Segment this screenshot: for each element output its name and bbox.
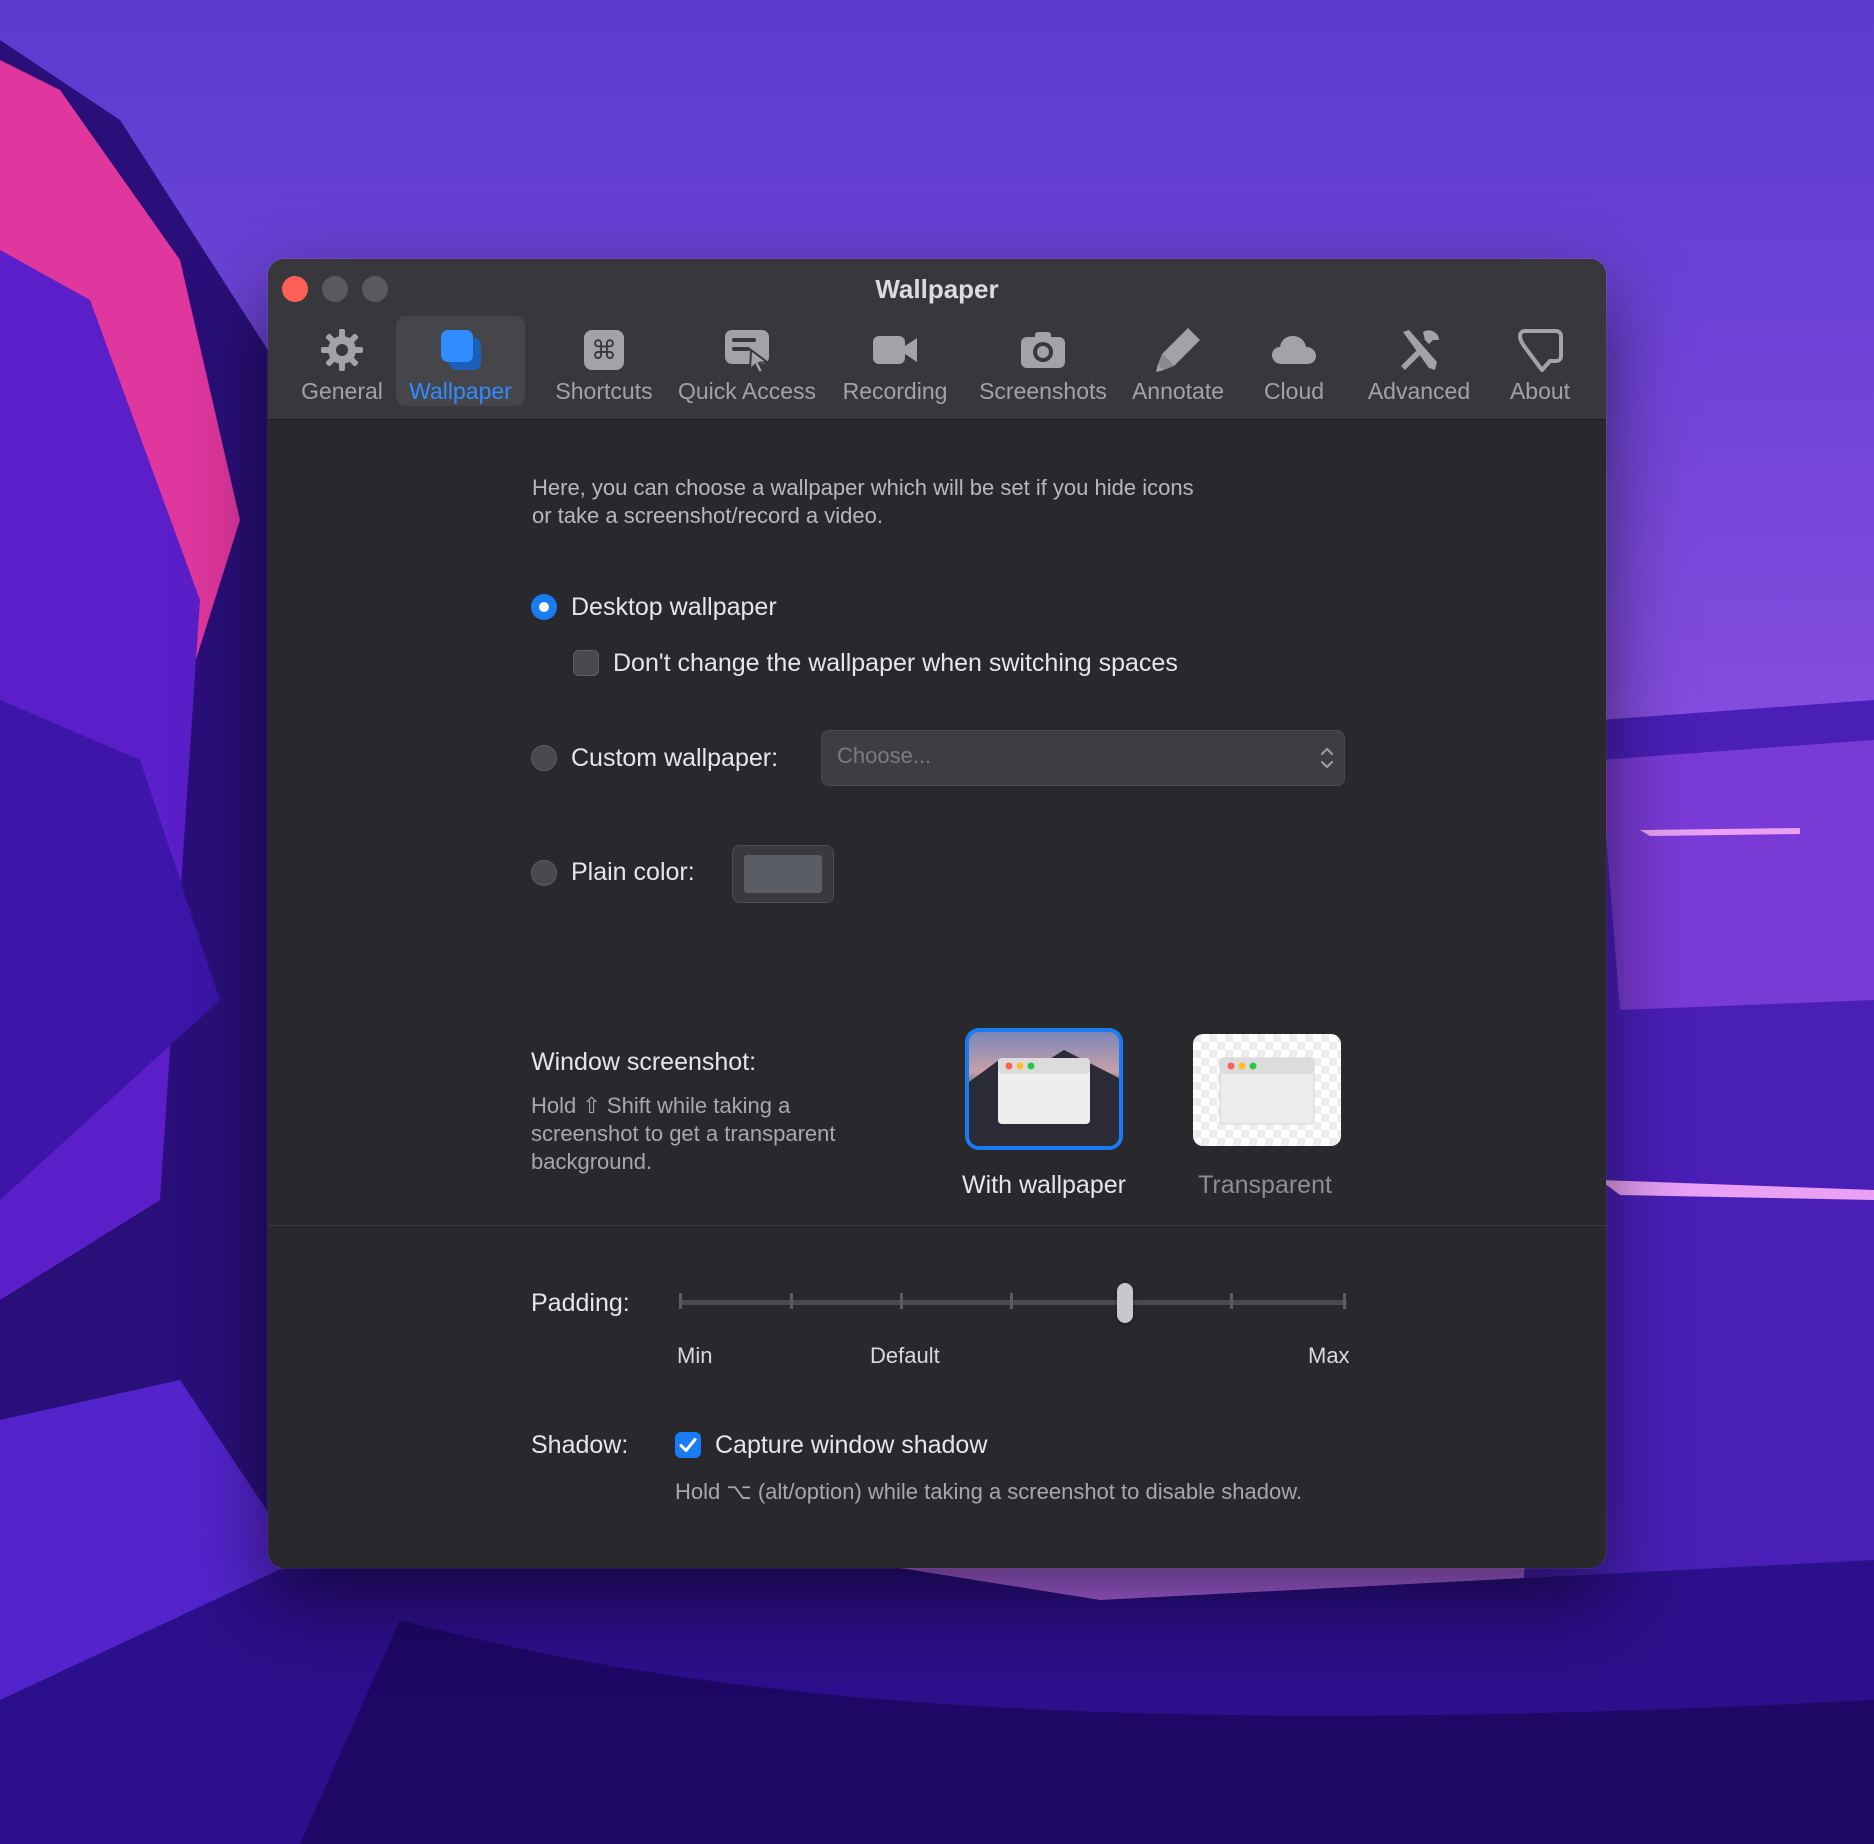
intro-text: Here, you can choose a wallpaper which w… (532, 475, 1194, 528)
gear-icon (321, 329, 363, 371)
custom-wallpaper-radio[interactable] (531, 745, 557, 771)
tab-about[interactable]: About (1490, 316, 1590, 406)
tab-label: Quick Access (677, 378, 817, 404)
padding-default-label: Default (870, 1343, 940, 1368)
shadow-help-text: Hold ⌥ (alt/option) while taking a scree… (675, 1479, 1303, 1504)
tab-label: Shortcuts (555, 378, 653, 404)
highlighter-icon (1156, 328, 1200, 372)
slider-tick (1010, 1293, 1013, 1309)
tab-label: Advanced (1367, 378, 1471, 404)
custom-wallpaper-label: Custom wallpaper: (571, 744, 779, 772)
checkmark-icon (679, 1438, 697, 1452)
tab-screenshots[interactable]: Screenshots (968, 316, 1118, 406)
tab-cloud[interactable]: Cloud (1238, 316, 1350, 406)
tab-label: Annotate (1131, 378, 1225, 404)
transparent-label: Transparent (1198, 1171, 1332, 1199)
wallpaper-settings-pane: Here, you can choose a wallpaper which w… (268, 420, 1606, 1568)
plain-color-swatch (744, 855, 822, 893)
select-placeholder: Choose... (837, 743, 932, 768)
padding-label: Padding: (531, 1289, 630, 1317)
padding-max-label: Max (1308, 1343, 1350, 1368)
about-icon (1518, 329, 1563, 372)
window-screenshot-label: Window screenshot: (531, 1048, 757, 1076)
tab-label: Recording (842, 378, 948, 404)
window-screenshot-help-line3: background. (531, 1149, 653, 1174)
slider-tick (1230, 1293, 1233, 1309)
tab-general[interactable]: General (286, 316, 398, 406)
tab-label: Wallpaper (409, 378, 512, 404)
slider-tick (900, 1293, 903, 1309)
up-down-chevron-icon (1320, 747, 1334, 769)
window-title: Wallpaper (875, 274, 999, 304)
transparent-thumbnail (1193, 1034, 1341, 1146)
slider-tick (790, 1293, 793, 1309)
custom-wallpaper-select[interactable]: Choose... (821, 730, 1345, 786)
tab-shortcuts[interactable]: ⌘ Shortcuts (534, 316, 674, 406)
video-camera-icon (873, 336, 917, 364)
toolbar: Wallpaper General Wallpaper ⌘ Shortcuts … (268, 259, 1606, 420)
window-screenshot-help-line2: screenshot to get a transparent (531, 1121, 836, 1146)
slider-tick (679, 1293, 682, 1309)
window-screenshot-help-line1: Hold ⇧ Shift while taking a (531, 1093, 791, 1118)
capture-shadow-label: Capture window shadow (715, 1431, 988, 1459)
section-divider (268, 1225, 1606, 1226)
tab-label: Cloud (1263, 378, 1325, 404)
tools-icon (1401, 330, 1439, 370)
tab-label: About (1509, 378, 1571, 404)
tab-recording[interactable]: Recording (828, 316, 962, 406)
desktop-wallpaper-label: Desktop wallpaper (571, 593, 777, 621)
padding-slider-track[interactable] (679, 1300, 1347, 1305)
tab-advanced[interactable]: Advanced (1356, 316, 1482, 406)
transparent-option[interactable] (1193, 1034, 1341, 1146)
plain-color-well[interactable] (732, 845, 834, 903)
dont-change-wallpaper-checkbox[interactable] (573, 650, 599, 676)
command-key-icon: ⌘ (584, 330, 624, 370)
tab-wallpaper[interactable]: Wallpaper (396, 316, 525, 406)
plain-color-label: Plain color: (571, 858, 695, 886)
camera-icon (1021, 332, 1065, 368)
preferences-window: Wallpaper General Wallpaper ⌘ Shortcuts … (268, 259, 1606, 1568)
cloud-icon (1272, 336, 1316, 364)
padding-min-label: Min (677, 1343, 713, 1368)
tab-label: Screenshots (979, 378, 1107, 404)
plain-color-radio[interactable] (531, 860, 557, 886)
with-wallpaper-thumbnail (969, 1032, 1119, 1146)
with-wallpaper-label: With wallpaper (962, 1171, 1126, 1199)
dont-change-wallpaper-label: Don't change the wallpaper when switchin… (613, 649, 1178, 677)
tab-annotate[interactable]: Annotate (1122, 316, 1234, 406)
shadow-label: Shadow: (531, 1431, 629, 1459)
desktop-wallpaper-radio[interactable] (531, 594, 557, 620)
quick-access-icon (725, 330, 770, 374)
tab-label: General (301, 378, 383, 404)
capture-shadow-checkbox[interactable] (675, 1432, 701, 1458)
wallpaper-icon (440, 330, 481, 370)
with-wallpaper-option[interactable] (969, 1032, 1119, 1146)
svg-text:⌘: ⌘ (591, 336, 617, 366)
slider-tick (1343, 1293, 1346, 1309)
padding-slider-knob[interactable] (1116, 1283, 1133, 1323)
tab-quick-access[interactable]: Quick Access (666, 316, 828, 406)
